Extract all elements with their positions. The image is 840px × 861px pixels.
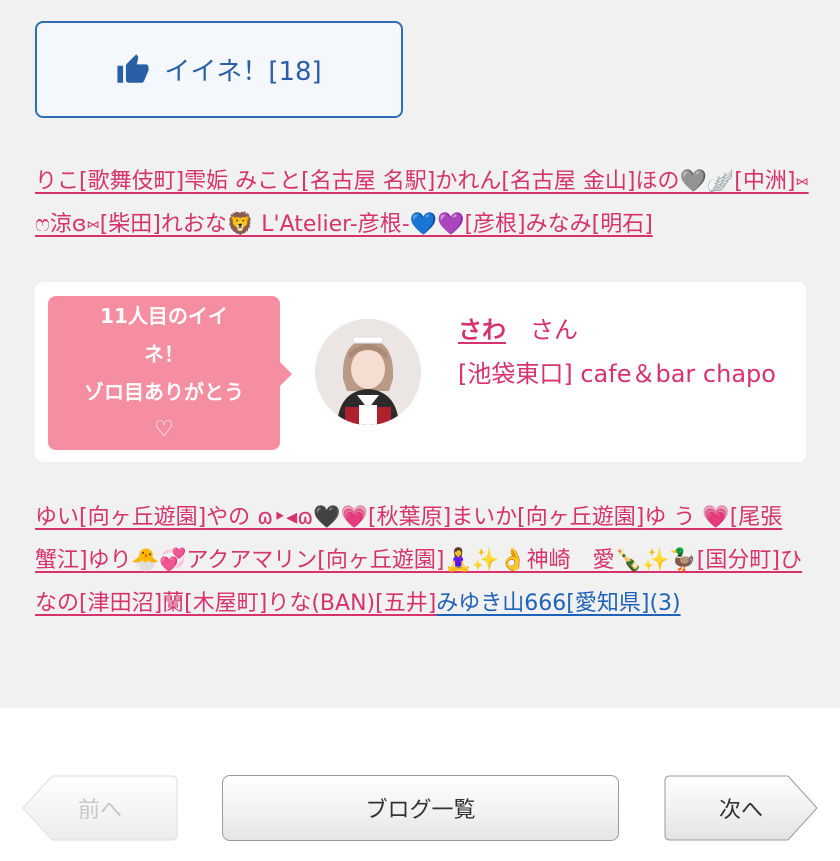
milestone-bubble: 11人目のイイ ネ！ ゾロ目ありがとう ♡ <box>48 296 292 450</box>
blog-list-button[interactable]: ブログ一覧 <box>222 775 619 841</box>
thumbs-up-icon <box>117 53 149 83</box>
next-button[interactable]: 次へ <box>664 775 818 841</box>
heart-icon: ♡ <box>154 417 174 442</box>
blog-list-label: ブログ一覧 <box>365 798 476 823</box>
liker-link[interactable]: りこ[歌舞伎町] <box>35 169 184 194</box>
prev-label: 前へ <box>77 798 122 823</box>
like-button[interactable]: イイネ！[18] <box>35 21 403 118</box>
liker-link[interactable]: 雫姤 みこと[名古屋 名駅] <box>184 169 435 194</box>
liker-link[interactable]: りな(BAN)[五井] <box>267 591 436 616</box>
liker-link[interactable]: れおな🦁 L'Atelier-彦根-💙💜[彦根] <box>161 212 526 237</box>
liker-link[interactable]: かれん[名古屋 金山] <box>435 169 635 194</box>
liker-shop: [池袋東口] cafe＆bar chapo <box>458 360 776 388</box>
next-label: 次へ <box>718 798 763 823</box>
liker-link[interactable]: ゆい[向ヶ丘遊園] <box>35 505 206 530</box>
liker-link[interactable]: みゆき山666[愛知県](3) <box>436 591 680 616</box>
bubble-line: ゾロ目ありがとう <box>84 380 244 404</box>
avatar[interactable] <box>315 319 421 425</box>
featured-liker-card: 11人目のイイ ネ！ ゾロ目ありがとう ♡ さわ さん [池袋東口] cafe＆b… <box>35 282 806 462</box>
liker-name-link[interactable]: さわ <box>458 316 506 344</box>
prev-button[interactable]: 前へ <box>22 775 178 841</box>
liker-link[interactable]: 🧘‍♀️✨👌神崎 愛🍾✨🦆[国分町] <box>444 548 780 573</box>
liker-link[interactable]: 蘭[木屋町] <box>162 591 267 616</box>
liker-name-row: さわ さん <box>458 310 578 345</box>
bubble-line: ネ！ <box>144 342 184 366</box>
liker-link[interactable]: みなみ[明石] <box>526 212 653 237</box>
liker-link[interactable]: ほの🩶🪽[中洲] <box>636 169 796 194</box>
liker-list-top: りこ[歌舞伎町]雫姤 みこと[名古屋 名駅]かれん[名古屋 金山]ほの🩶🪽[中洲… <box>35 160 810 246</box>
liker-link[interactable]: やの ɷ‣◂ɷ🖤💗[秋葉原] <box>206 505 451 530</box>
liker-link[interactable]: まいか[向ヶ丘遊園] <box>451 505 644 530</box>
like-label: イイネ！[18] <box>164 57 322 87</box>
liker-list-bottom: ゆい[向ヶ丘遊園]やの ɷ‣◂ɷ🖤💗[秋葉原]まいか[向ヶ丘遊園]ゆ う 💗[尾… <box>35 496 810 625</box>
bubble-line: 11人目のイイ <box>100 304 228 328</box>
honorific: さん <box>530 316 578 344</box>
liker-link[interactable]: ゆり🐣💞アクアマリン[向ヶ丘遊園] <box>88 548 445 573</box>
